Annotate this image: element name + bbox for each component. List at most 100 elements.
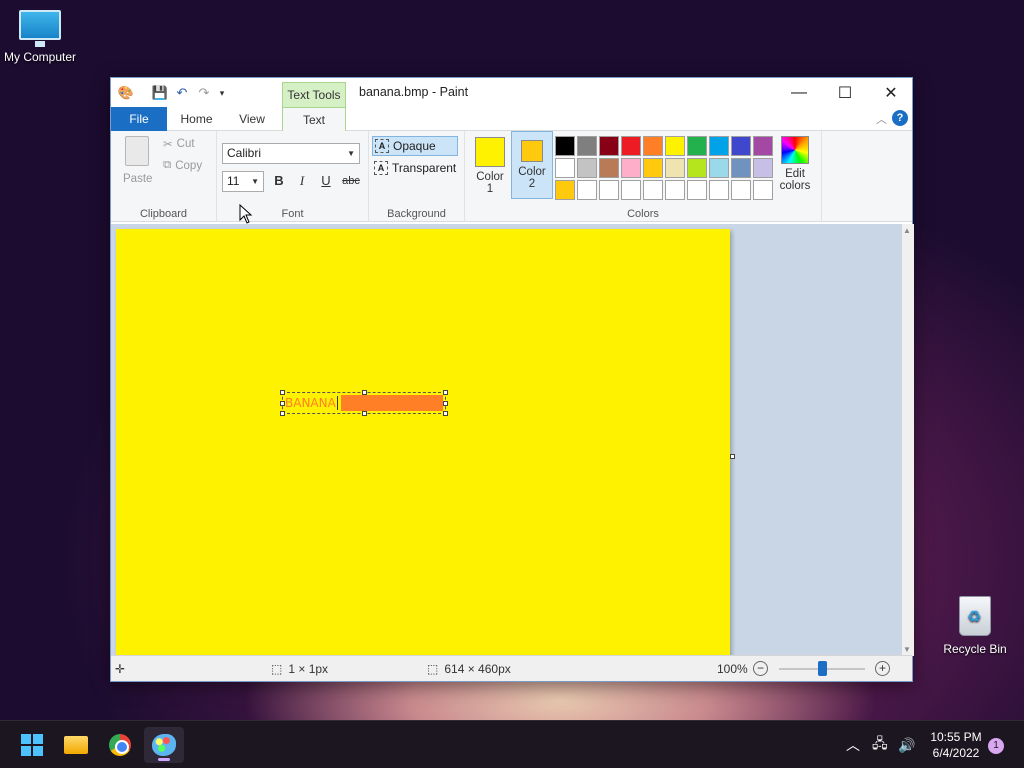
palette-color-swatch[interactable]: [621, 158, 641, 178]
palette-color-swatch[interactable]: [577, 180, 597, 200]
desktop-icon-recycle-bin[interactable]: ♻ Recycle Bin: [938, 596, 1012, 656]
italic-button[interactable]: I: [292, 171, 312, 191]
resize-handle[interactable]: [362, 411, 367, 416]
paint-icon: [152, 734, 176, 756]
tab-file[interactable]: File: [111, 107, 167, 131]
close-button[interactable]: ✕: [868, 78, 914, 107]
bold-button[interactable]: B: [269, 171, 289, 191]
palette-color-swatch[interactable]: [709, 136, 729, 156]
start-button[interactable]: [12, 727, 52, 763]
palette-color-swatch[interactable]: [621, 180, 641, 200]
canvas-resize-handle[interactable]: [730, 454, 735, 459]
palette-color-swatch[interactable]: [599, 180, 619, 200]
palette-color-swatch[interactable]: [753, 136, 773, 156]
text-box[interactable]: BANANA: [280, 390, 448, 416]
scissors-icon: ✂: [163, 139, 173, 151]
taskbar: ︿ 🖧 🔊 10:55 PM 6/4/2022 1: [0, 720, 1024, 768]
show-hidden-icons-button[interactable]: ︿: [846, 721, 860, 768]
palette-color-swatch[interactable]: [643, 158, 663, 178]
maximize-button[interactable]: ☐: [822, 78, 868, 107]
resize-handle[interactable]: [280, 390, 285, 395]
palette-color-swatch[interactable]: [731, 158, 751, 178]
group-label: Colors: [627, 208, 659, 220]
customize-quick-access-icon[interactable]: ▾: [213, 84, 231, 102]
palette-color-swatch[interactable]: [753, 158, 773, 178]
network-icon[interactable]: 🖧: [872, 721, 888, 768]
chevron-down-icon: ▼: [347, 149, 355, 158]
status-bar: ✛ ⬚ 1 × 1px ⬚ 614 × 460px 100% − +: [111, 655, 912, 681]
save-icon[interactable]: 💾: [151, 84, 169, 102]
palette-color-swatch[interactable]: [643, 136, 663, 156]
font-family-select[interactable]: Calibri ▼: [222, 143, 360, 164]
tab-home[interactable]: Home: [169, 107, 224, 131]
palette-color-swatch[interactable]: [687, 158, 707, 178]
file-explorer-button[interactable]: [56, 727, 96, 763]
text-box-content[interactable]: BANANA: [285, 396, 338, 410]
selection-size-indicator: ⬚ 1 × 1px: [271, 662, 328, 676]
minimize-button[interactable]: —: [776, 78, 822, 107]
palette-color-swatch[interactable]: [687, 136, 707, 156]
paste-button[interactable]: Paste: [123, 173, 152, 185]
resize-handle[interactable]: [443, 390, 448, 395]
palette-color-swatch[interactable]: [665, 180, 685, 200]
zoom-out-button[interactable]: −: [753, 661, 768, 676]
minimize-ribbon-icon[interactable]: ︿: [876, 111, 887, 127]
palette-color-swatch[interactable]: [687, 180, 707, 200]
strikethrough-button[interactable]: abc: [339, 171, 363, 191]
redo-icon[interactable]: ↷: [195, 84, 213, 102]
font-size-select[interactable]: 11 ▼: [222, 171, 264, 192]
paint-taskbar-button[interactable]: [144, 727, 184, 763]
palette-color-swatch[interactable]: [731, 136, 751, 156]
resize-handle[interactable]: [280, 411, 285, 416]
cut-label: Cut: [176, 138, 195, 150]
copy-button[interactable]: ⧉ Copy: [163, 159, 202, 172]
palette-color-swatch[interactable]: [555, 136, 575, 156]
edit-colors-button[interactable]: Edit colors: [772, 134, 818, 192]
zoom-slider-thumb[interactable]: [818, 661, 827, 676]
tab-view[interactable]: View: [227, 107, 277, 131]
underline-button[interactable]: U: [316, 171, 336, 191]
palette-color-swatch[interactable]: [555, 180, 575, 200]
vertical-scrollbar[interactable]: ▲ ▼: [902, 224, 914, 656]
ribbon: Paste ✂ Cut ⧉ Copy Clipboard Calibri ▼ 1…: [111, 131, 912, 222]
resize-handle[interactable]: [280, 401, 285, 406]
notification-badge[interactable]: 1: [988, 738, 1004, 754]
drawing-canvas[interactable]: BANANA: [116, 229, 730, 656]
palette-color-swatch[interactable]: [753, 180, 773, 200]
palette-color-swatch[interactable]: [665, 136, 685, 156]
color-2-button[interactable]: Color 2: [511, 131, 553, 199]
palette-color-swatch[interactable]: [709, 158, 729, 178]
scroll-up-icon[interactable]: ▲: [903, 226, 911, 235]
undo-icon[interactable]: ↶: [173, 84, 191, 102]
palette-color-swatch[interactable]: [599, 136, 619, 156]
palette-color-swatch[interactable]: [577, 158, 597, 178]
palette-color-swatch[interactable]: [577, 136, 597, 156]
scroll-down-icon[interactable]: ▼: [903, 645, 911, 654]
palette-color-swatch[interactable]: [555, 158, 575, 178]
zoom-in-button[interactable]: +: [875, 661, 890, 676]
cut-button[interactable]: ✂ Cut: [163, 137, 195, 151]
desktop-icon-label: Recycle Bin: [943, 642, 1007, 656]
volume-icon[interactable]: 🔊: [898, 721, 915, 768]
palette-color-swatch[interactable]: [643, 180, 663, 200]
palette-color-swatch[interactable]: [709, 180, 729, 200]
help-icon[interactable]: ?: [892, 110, 908, 126]
clock[interactable]: 10:55 PM 6/4/2022: [924, 729, 988, 761]
color-1-label: Color: [476, 171, 504, 183]
chevron-up-icon: ︿: [846, 737, 860, 753]
paste-icon[interactable]: [125, 136, 149, 166]
resize-handle[interactable]: [443, 411, 448, 416]
palette-color-swatch[interactable]: [731, 180, 751, 200]
palette-color-swatch[interactable]: [665, 158, 685, 178]
desktop-icon-my-computer[interactable]: My Computer: [0, 10, 80, 64]
palette-color-swatch[interactable]: [599, 158, 619, 178]
windows-logo-icon: [21, 734, 43, 756]
resize-handle[interactable]: [362, 390, 367, 395]
chrome-button[interactable]: [100, 727, 140, 763]
title-bar[interactable]: 🎨 💾 ↶ ↷ ▾ Text Tools banana.bmp - Paint …: [111, 78, 914, 108]
paint-app-icon[interactable]: 🎨: [117, 84, 135, 102]
resize-handle[interactable]: [443, 401, 448, 406]
tab-text[interactable]: Text: [282, 107, 346, 132]
color-1-button[interactable]: Color 1: [469, 131, 511, 199]
palette-color-swatch[interactable]: [621, 136, 641, 156]
